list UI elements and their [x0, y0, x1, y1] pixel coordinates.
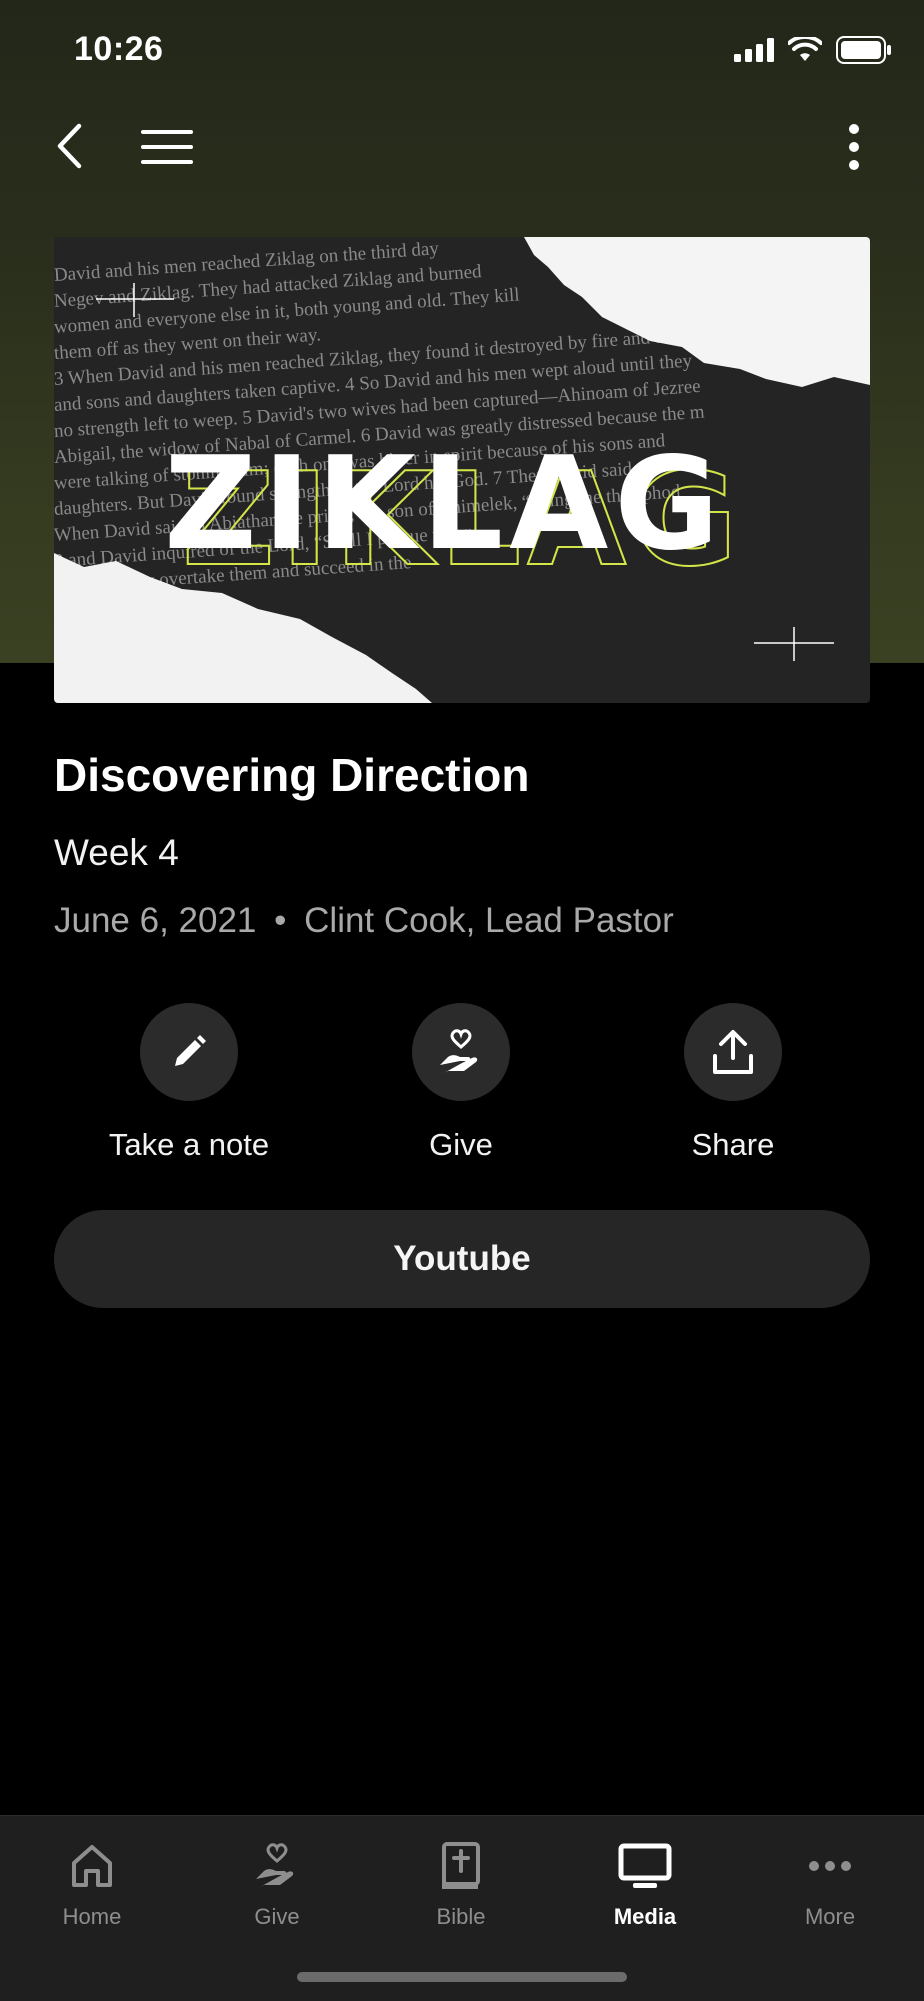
- share-label: Share: [691, 1127, 775, 1162]
- give-button[interactable]: Give: [331, 1003, 591, 1163]
- sermon-speaker: Clint Cook, Lead Pastor: [304, 901, 674, 940]
- tab-give[interactable]: Give: [185, 1816, 369, 1930]
- share-circle[interactable]: [684, 1003, 782, 1101]
- tab-give-label: Give: [254, 1904, 300, 1929]
- home-indicator: [297, 1972, 627, 1982]
- sermon-subtitle: Week 4: [54, 832, 179, 873]
- vertical-dots-icon: [849, 124, 859, 170]
- tab-media-label: Media: [613, 1904, 677, 1929]
- overflow-menu-button[interactable]: [836, 118, 872, 176]
- artwork-title: ZIKLAG: [164, 430, 726, 579]
- hand-heart-icon: [440, 1029, 478, 1073]
- tab-media[interactable]: Media: [553, 1816, 737, 1930]
- status-time: 10:26: [74, 30, 164, 68]
- pencil-icon: [175, 1035, 206, 1066]
- tab-home[interactable]: Home: [0, 1816, 184, 1930]
- tab-bible[interactable]: Bible: [369, 1816, 553, 1930]
- take-a-note-label: Take a note: [108, 1127, 270, 1162]
- home-icon: [72, 1845, 112, 1887]
- sermon-artwork[interactable]: David and his men reached Ziklag on the …: [54, 237, 870, 703]
- hamburger-icon: [141, 130, 193, 164]
- signal-icon: [734, 38, 774, 62]
- battery-icon: [836, 36, 891, 64]
- tab-more[interactable]: More: [738, 1816, 922, 1930]
- youtube-button[interactable]: Youtube: [54, 1210, 870, 1308]
- sermon-title: Discovering Direction: [54, 749, 530, 801]
- take-a-note-button[interactable]: Take a note: [59, 1003, 319, 1163]
- tab-home-label: Home: [62, 1904, 122, 1929]
- chevron-left-icon: [57, 123, 82, 169]
- sermon-date: June 6, 2021: [54, 901, 257, 940]
- sermon-meta: June 6, 2021 • Clint Cook, Lead Pastor: [54, 901, 674, 941]
- give-label: Give: [429, 1127, 493, 1162]
- take-a-note-circle[interactable]: [140, 1003, 238, 1101]
- tab-bible-label: Bible: [436, 1904, 486, 1929]
- upload-icon: [713, 1030, 753, 1074]
- hand-heart-icon: [256, 1843, 294, 1887]
- back-button[interactable]: [44, 118, 94, 174]
- bible-icon: [442, 1842, 480, 1889]
- give-circle[interactable]: [412, 1003, 510, 1101]
- status-icons: [734, 36, 892, 64]
- share-button[interactable]: Share: [603, 1003, 863, 1163]
- tv-icon: [618, 1843, 672, 1888]
- meta-separator: •: [274, 901, 287, 940]
- tab-more-label: More: [804, 1904, 856, 1929]
- more-dots-icon: [809, 1861, 851, 1871]
- wifi-icon: [788, 37, 822, 61]
- menu-button[interactable]: [140, 124, 194, 170]
